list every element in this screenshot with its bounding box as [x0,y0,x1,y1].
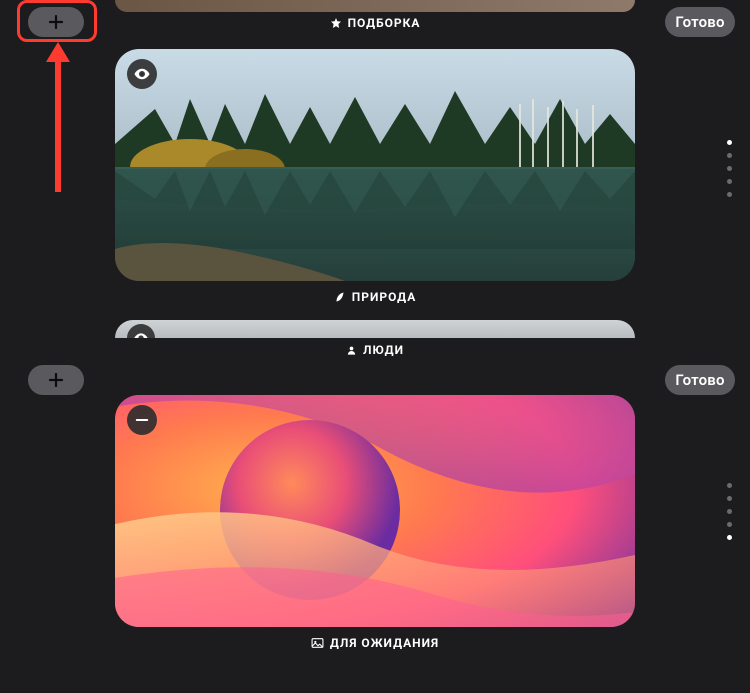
done-button-bottom-label: Готово [675,371,724,389]
people-card-partial[interactable] [115,320,635,338]
add-button-bottom[interactable] [28,365,84,395]
page-dot [727,509,732,514]
minus-icon [133,411,151,429]
page-dot [727,179,732,184]
nature-label-text: ПРИРОДА [352,290,417,304]
done-button-top-label: Готово [675,13,724,31]
people-label-row: ЛЮДИ [115,343,635,357]
page-dot [727,153,732,158]
leaf-icon [334,291,346,303]
standby-card-image [115,395,635,627]
eye-icon [133,65,151,83]
page-dot [727,166,732,171]
page-dot [727,496,732,501]
nature-label-row: ПРИРОДА [115,290,635,304]
standby-label-text: ДЛЯ ОЖИДАНИЯ [330,636,439,650]
nature-card[interactable] [115,49,635,281]
standby-card-remove-badge[interactable] [127,405,157,435]
add-button-top[interactable] [28,7,84,37]
selection-label-row: ПОДБОРКА [115,16,635,30]
done-button-top[interactable]: Готово [665,7,735,37]
plus-icon [48,14,64,30]
selection-label-text: ПОДБОРКА [348,16,421,30]
done-button-bottom[interactable]: Готово [665,365,735,395]
page-dot [727,535,732,540]
standby-card[interactable] [115,395,635,627]
nature-card-visibility-badge[interactable] [127,59,157,89]
people-label-text: ЛЮДИ [363,343,404,357]
star-icon [330,17,342,29]
page-dot [727,522,732,527]
nature-card-image [115,49,635,281]
people-card-badge [127,324,155,338]
annotation-arrow [40,42,76,192]
page-dot [727,192,732,197]
standby-label-row: ДЛЯ ОЖИДАНИЯ [115,636,635,650]
page-indicator-bottom [727,483,732,540]
plus-icon [48,372,64,388]
page-dot [727,140,732,145]
eye-icon [133,330,149,338]
page-dot [727,483,732,488]
person-icon [346,345,357,356]
image-icon [311,637,324,649]
page-indicator-top [727,140,732,197]
selection-card-partial [115,0,635,12]
